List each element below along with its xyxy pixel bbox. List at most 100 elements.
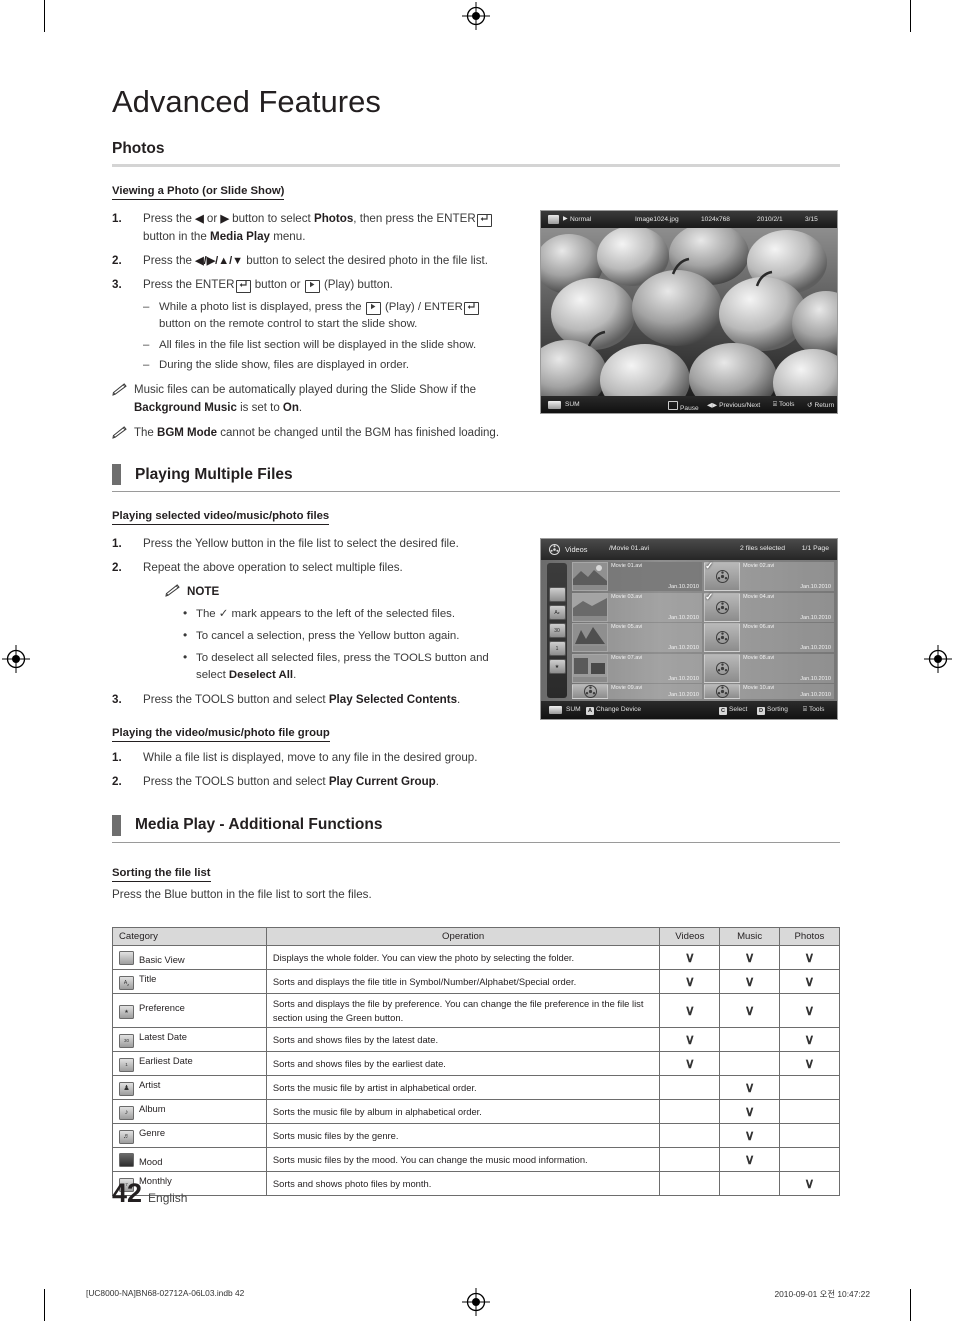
photo-preview-image bbox=[541, 228, 837, 396]
heading-rule bbox=[112, 491, 840, 493]
enter-key-icon bbox=[668, 401, 678, 410]
row-operation: Sorts the music file by artist in alphab… bbox=[265, 1075, 661, 1101]
action-select[interactable]: C Select bbox=[719, 706, 747, 715]
file-meta: Movie 10.avi Jan.10.2010 bbox=[740, 684, 834, 699]
row-operation: Sorts and shows photo files by month. bbox=[265, 1171, 661, 1197]
row-operation: Sorts and shows files by the earliest da… bbox=[265, 1051, 661, 1077]
file-grid: Movie 01.avi Jan.10.2010 ✓ Movie 02.avi … bbox=[572, 562, 834, 699]
play-key-icon bbox=[365, 301, 381, 315]
file-date: Jan.10.2010 bbox=[668, 584, 699, 590]
action-label: Return bbox=[814, 402, 835, 409]
step-item: 2. Repeat the above operation to select … bbox=[112, 559, 512, 683]
table-header-row: Category Operation Videos Music Photos bbox=[112, 927, 841, 946]
row-music-mark: ∨ bbox=[719, 992, 780, 1029]
photos-text-column: Viewing a Photo (or Slide Show) 1. Press… bbox=[112, 181, 512, 442]
row-category: Az Title bbox=[112, 969, 267, 994]
row-music-mark bbox=[719, 1051, 780, 1077]
row-category: ♬ Genre bbox=[112, 1123, 267, 1149]
bullet-item: To cancel a selection, press the Yellow … bbox=[183, 627, 512, 645]
pencil-note-icon bbox=[112, 383, 127, 397]
file-date: Jan.10.2010 bbox=[800, 692, 831, 698]
action-sorting[interactable]: D Sorting bbox=[757, 706, 788, 715]
photo-filename: Image1024.jpg bbox=[635, 216, 679, 223]
action-previous-next[interactable]: ◀▶ Previous/Next bbox=[707, 401, 760, 409]
row-photos-mark: ∨ bbox=[778, 1171, 841, 1197]
page-language: English bbox=[148, 1191, 188, 1205]
deselect-all-term: Deselect All bbox=[228, 668, 294, 681]
tools-icon: ⌸ bbox=[773, 401, 777, 408]
file-item[interactable]: Movie 10.avi Jan.10.2010 bbox=[704, 684, 834, 699]
file-item[interactable]: ✓ Movie 02.avi Jan.10.2010 bbox=[704, 562, 834, 591]
latest-date-icon[interactable]: 30 bbox=[548, 623, 566, 638]
table-row: 7 Monthly Sorts and shows photo files by … bbox=[112, 1171, 841, 1197]
step-text: Repeat the above operation to select mul… bbox=[143, 561, 403, 575]
step-number: 1. bbox=[112, 750, 122, 764]
row-category: ★ Preference bbox=[112, 992, 267, 1029]
title-sort-icon[interactable]: Az bbox=[548, 605, 566, 620]
file-date: Jan.10.2010 bbox=[668, 645, 699, 651]
step-number: 3. bbox=[112, 692, 122, 706]
file-thumbnail bbox=[572, 562, 608, 591]
crop-mark-bottom-left bbox=[44, 1289, 45, 1321]
file-item[interactable]: Movie 09.avi Jan.10.2010 bbox=[572, 684, 702, 699]
button-d-icon: D bbox=[757, 707, 765, 715]
step-number: 2. bbox=[112, 561, 122, 575]
table-row: Basic View Displays the whole folder. Yo… bbox=[112, 945, 841, 970]
step-item: 2. Press the TOOLS button and select Pla… bbox=[112, 773, 512, 790]
file-item[interactable]: Movie 07.avi Jan.10.2010 bbox=[572, 653, 702, 683]
playing-multiple-files-heading: Playing Multiple Files bbox=[135, 465, 293, 483]
playing-multiple-files-header: Playing Multiple Files bbox=[112, 464, 840, 486]
file-item[interactable]: Movie 08.avi Jan.10.2010 bbox=[704, 653, 834, 683]
step-text: While a file list is displayed, move to … bbox=[143, 750, 478, 764]
category-label: Earliest Date bbox=[139, 1055, 193, 1067]
action-label: Previous/Next bbox=[719, 402, 761, 409]
row-videos-mark: ∨ bbox=[659, 992, 721, 1029]
page-number: 42 bbox=[112, 1178, 143, 1208]
column-header-operation: Operation bbox=[265, 927, 661, 946]
dash-item: During the slide show, files are display… bbox=[143, 357, 512, 374]
genre-icon: ♬ bbox=[119, 1130, 134, 1145]
row-category: 30 Latest Date bbox=[112, 1027, 267, 1053]
file-reel-icon bbox=[704, 653, 740, 683]
bgm-mode-term: BGM Mode bbox=[157, 426, 218, 439]
file-item[interactable]: Movie 03.avi Jan.10.2010 bbox=[572, 592, 702, 622]
enter-key-icon bbox=[463, 301, 479, 315]
file-reel-icon bbox=[704, 623, 740, 652]
category-label: Artist bbox=[139, 1079, 161, 1091]
device-label: SUM bbox=[565, 401, 580, 408]
table-row: Az Title Sorts and displays the file titl… bbox=[112, 969, 841, 994]
action-return[interactable]: ↺ Return bbox=[807, 401, 834, 409]
file-thumbnail bbox=[572, 653, 608, 683]
action-pause[interactable]: Pause bbox=[668, 401, 699, 412]
file-date: Jan.10.2010 bbox=[800, 675, 831, 682]
file-item[interactable]: ✓ Movie 04.avi Jan.10.2010 bbox=[704, 592, 834, 622]
usb-device-icon bbox=[548, 401, 561, 409]
photos-heading: Photos bbox=[112, 140, 165, 157]
heading-rule bbox=[112, 841, 840, 843]
earliest-date-icon[interactable]: 1 bbox=[548, 641, 566, 656]
row-videos-mark bbox=[659, 1171, 721, 1197]
file-item[interactable]: Movie 05.avi Jan.10.2010 bbox=[572, 623, 702, 652]
table-row: ★ Preference Sorts and displays the file … bbox=[112, 992, 841, 1029]
action-change-device[interactable]: A Change Device bbox=[586, 706, 641, 715]
row-photos-mark: ∨ bbox=[778, 1051, 841, 1077]
table-body: Basic View Displays the whole folder. Yo… bbox=[112, 945, 841, 1197]
note-bullet-list: The ✓ mark appears to the left of the se… bbox=[143, 605, 512, 684]
action-tools[interactable]: ⌸ Tools bbox=[773, 401, 794, 409]
row-category: 1 Earliest Date bbox=[112, 1051, 267, 1077]
action-tools[interactable]: ⌸ Tools bbox=[803, 706, 824, 714]
category-label: Genre bbox=[139, 1127, 166, 1139]
file-name: Movie 04.avi bbox=[743, 593, 775, 600]
row-operation: Sorts the music file by album in alphabe… bbox=[265, 1099, 661, 1125]
preference-star-icon[interactable]: ★ bbox=[548, 659, 566, 674]
file-item[interactable]: Movie 06.avi Jan.10.2010 bbox=[704, 623, 834, 652]
footer-timestamp: 2010-09-01 오전 10:47:22 bbox=[774, 1289, 870, 1299]
file-item[interactable]: Movie 01.avi Jan.10.2010 bbox=[572, 562, 702, 591]
registration-mark-right bbox=[924, 645, 952, 673]
step-item: 1. Press the ◀ or ▶ button to select Pho… bbox=[112, 210, 512, 245]
pencil-note-icon bbox=[112, 426, 127, 439]
folder-icon[interactable] bbox=[548, 587, 566, 602]
row-videos-mark bbox=[659, 1099, 721, 1125]
table-row: ♬ Genre Sorts music files by the genre. ∨ bbox=[112, 1123, 841, 1149]
album-icon: ♪ bbox=[119, 1106, 134, 1121]
